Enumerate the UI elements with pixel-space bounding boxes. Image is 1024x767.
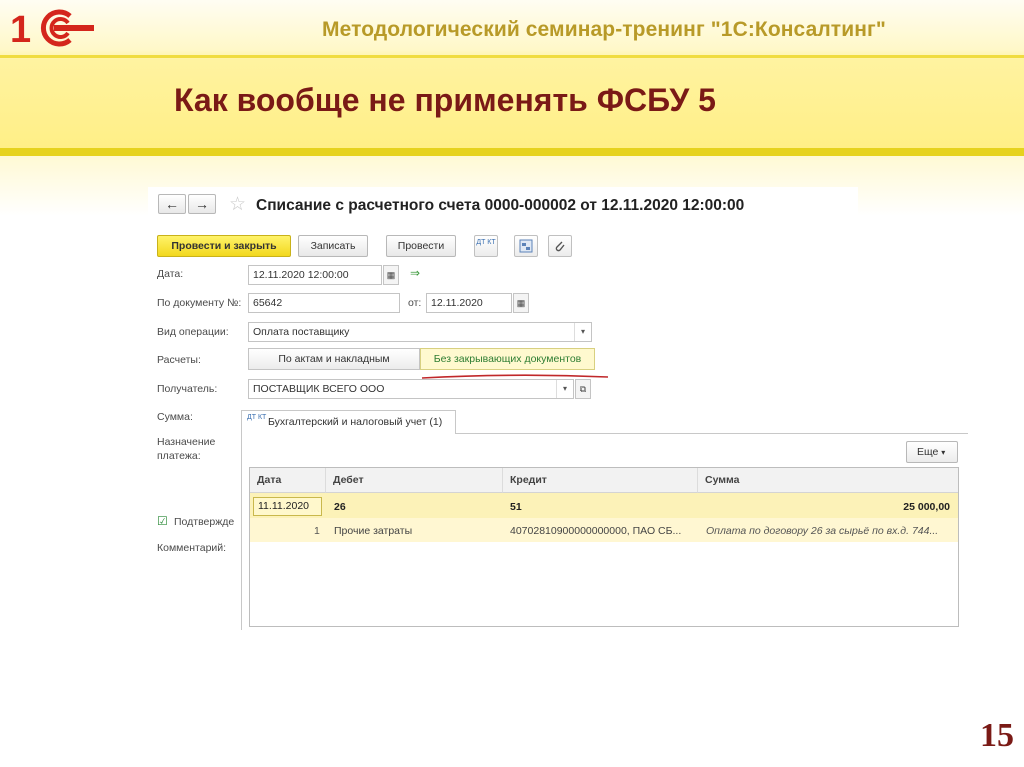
back-button[interactable]: ←: [158, 194, 186, 214]
page-number: 15: [980, 717, 1014, 754]
date-label: Дата:: [157, 268, 184, 280]
open-link-icon[interactable]: ⧉: [575, 379, 591, 399]
segment-no-docs[interactable]: Без закрывающих документов: [420, 348, 595, 370]
row-subconto-debit: Прочие затраты: [334, 525, 413, 537]
1c-logo: 1: [10, 9, 94, 50]
tab-divider: [456, 433, 968, 434]
attachment-icon[interactable]: [548, 235, 572, 257]
structure-icon[interactable]: [514, 235, 538, 257]
post-button[interactable]: Провести: [386, 235, 456, 257]
segment-acts[interactable]: По актам и накладным: [248, 348, 420, 370]
post-and-close-button[interactable]: Провести и закрыть: [157, 235, 291, 257]
from-date-field[interactable]: 12.11.2020: [426, 293, 512, 313]
confirm-checkbox[interactable]: ☑: [157, 515, 169, 527]
postings-table: Дата Дебет Кредит Сумма 11.11.2020 26 51…: [249, 467, 959, 627]
table-row[interactable]: [250, 493, 958, 518]
dt-kt-report-icon[interactable]: ДТ КТ: [474, 235, 498, 257]
row-sum-cell: 25 000,00: [903, 501, 950, 513]
purpose-label: Назначение: [157, 436, 216, 448]
column-header-debit[interactable]: Дебет: [326, 468, 503, 493]
confirm-label: Подтвержде: [174, 516, 235, 528]
calendar-icon[interactable]: ▦: [383, 265, 399, 285]
header-stripe-top: [0, 55, 1024, 58]
svg-text:1: 1: [10, 9, 31, 50]
column-header-sum[interactable]: Сумма: [698, 468, 958, 493]
seminar-title: Методологический семинар-тренинг "1С:Кон…: [322, 18, 886, 41]
from-label: от:: [408, 297, 422, 309]
dt-kt-icon: ДТ КТ: [247, 414, 267, 421]
sum-label: Сумма:: [157, 411, 193, 423]
chevron-down-icon[interactable]: ▾: [574, 323, 591, 341]
recipient-value: ПОСТАВЩИК ВСЕГО ООО: [253, 383, 385, 395]
header-stripe-bottom: [0, 148, 1024, 156]
more-button[interactable]: Еще ▾: [906, 441, 958, 463]
row-content-cell: Оплата по договору 26 за сырьё по вх.д. …: [706, 525, 939, 537]
save-button[interactable]: Записать: [298, 235, 368, 257]
operation-label: Вид операции:: [157, 326, 229, 338]
dt-kt-text: ДТ КТ: [476, 239, 496, 246]
tab-panel-edge: [241, 434, 242, 630]
more-label: Еще: [917, 446, 939, 458]
tab-accounting-label: Бухгалтерский и налоговый учет (1): [268, 416, 443, 428]
row-date-cell[interactable]: 11.11.2020: [253, 497, 322, 516]
comment-label: Комментарий:: [157, 542, 227, 554]
row-subconto-credit: 40702810900000000000, ПАО СБ...: [510, 525, 682, 537]
chevron-down-icon[interactable]: ▾: [556, 380, 573, 398]
doc-number-field[interactable]: 65642: [248, 293, 400, 313]
favorite-star-icon[interactable]: ☆: [229, 193, 246, 216]
row-debit-cell: 26: [334, 501, 346, 513]
green-check-icon[interactable]: ⇒: [410, 266, 420, 280]
chevron-down-icon: ▾: [941, 448, 946, 457]
from-calendar-icon[interactable]: ▦: [513, 293, 529, 313]
date-field[interactable]: 12.11.2020 12:00:00: [248, 265, 382, 285]
doc-number-label: По документу №:: [157, 297, 242, 309]
row-credit-cell: 51: [510, 501, 522, 513]
forward-button[interactable]: →: [188, 194, 216, 214]
column-header-date[interactable]: Дата: [250, 468, 326, 493]
tab-accounting[interactable]: ДТ КТ Бухгалтерский и налоговый учет (1): [241, 410, 456, 434]
purpose-label-2: платежа:: [157, 450, 201, 462]
recipient-field[interactable]: ПОСТАВЩИК ВСЕГО ООО ▾: [248, 379, 574, 399]
operation-value: Оплата поставщику: [253, 326, 350, 338]
column-header-credit[interactable]: Кредит: [503, 468, 698, 493]
settlements-label: Расчеты:: [157, 354, 201, 366]
document-title: Списание с расчетного счета 0000-000002 …: [256, 197, 745, 214]
operation-select[interactable]: Оплата поставщику ▾: [248, 322, 592, 342]
row-number-cell: 1: [314, 525, 320, 537]
recipient-label: Получатель:: [157, 383, 218, 395]
slide-title: Как вообще не применять ФСБУ 5: [174, 82, 716, 118]
